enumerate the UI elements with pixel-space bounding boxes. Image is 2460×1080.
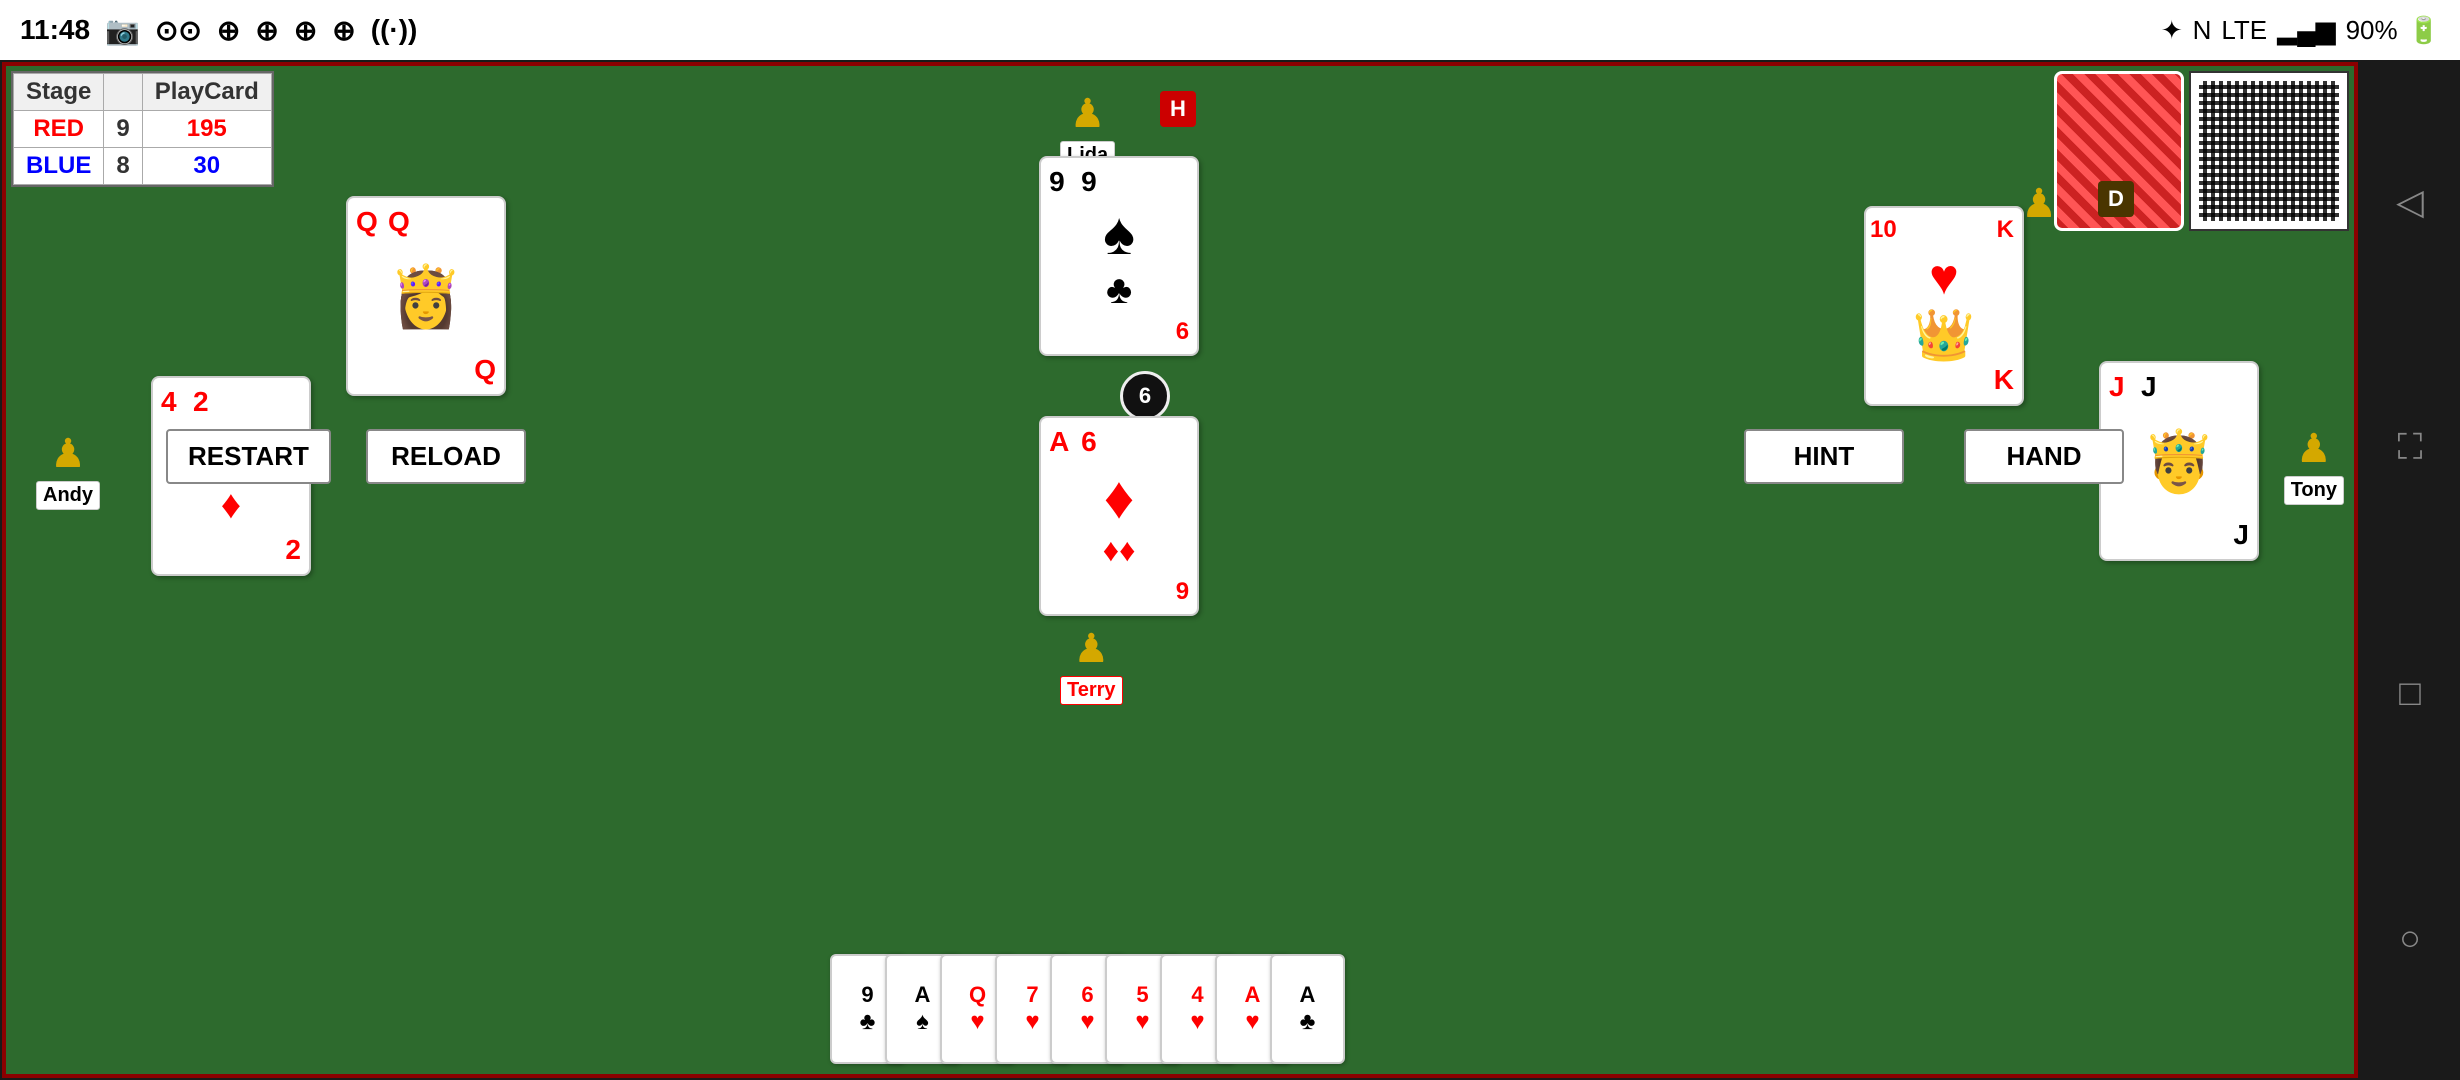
reload-button[interactable]: RELOAD [366, 429, 526, 484]
main-area: Stage PlayCard RED 9 195 BLUE 8 30 [0, 60, 2460, 1080]
chrome-icon4: ⊕ [332, 14, 355, 47]
back-icon[interactable]: ◁ [2396, 181, 2424, 223]
screenshot-icon: 📷 [105, 14, 140, 47]
tony-pawn: ♟ [2289, 421, 2339, 476]
status-bar: 11:48 📷 ⊙⊙ ⊕ ⊕ ⊕ ⊕ ((·)) ✦ N LTE ▂▄▆ 90%… [0, 0, 2460, 60]
red-playcard: 195 [142, 111, 271, 148]
blue-stage: 8 [104, 148, 142, 185]
andy-pawn: ♟ [43, 426, 93, 481]
battery-percent: 90% [2346, 15, 2398, 46]
col-empty [104, 74, 142, 111]
voicemail-icon: ⊙⊙ [155, 14, 202, 47]
team-blue: BLUE [14, 148, 104, 185]
qr-code [2199, 81, 2339, 221]
red-stage: 9 [104, 111, 142, 148]
team-red: RED [14, 111, 104, 148]
qr-code-area [2189, 71, 2349, 231]
round-badge: 6 [1120, 371, 1170, 421]
top-left-card[interactable]: Q Q 👸 Q [346, 196, 506, 396]
badge-h: H [1160, 91, 1196, 127]
expand-icon[interactable]: ⛶ [2397, 426, 2422, 469]
player-andy: ♟ Andy [36, 426, 100, 510]
time: 11:48 [20, 14, 90, 46]
lida-pawn: ♟ [1063, 86, 1113, 141]
center-card[interactable]: A 6 ♦ ♦♦ 9 [1039, 416, 1199, 616]
top-right-card[interactable]: 10 K ♥ 👑 K [1864, 206, 2024, 406]
blue-playcard: 30 [142, 148, 271, 185]
signal-icon: ▂▄▆ [2277, 15, 2335, 46]
col-stage: Stage [14, 74, 104, 111]
badge-d: D [2098, 181, 2134, 217]
nfc-icon: N [2193, 15, 2212, 46]
col-playcard: PlayCard [142, 74, 271, 111]
hand-cards: 9 ♣ A ♠ Q ♥ 7 ♥ 6 ♥ 5 ♥ [830, 954, 1345, 1064]
score-table: Stage PlayCard RED 9 195 BLUE 8 30 [11, 71, 274, 187]
tony-name: Tony [2284, 476, 2344, 505]
status-left: 11:48 📷 ⊙⊙ ⊕ ⊕ ⊕ ⊕ ((·)) [20, 14, 417, 47]
restart-button[interactable]: RESTART [166, 429, 331, 484]
status-right: ✦ N LTE ▂▄▆ 90% 🔋 [2161, 15, 2440, 46]
andy-name: Andy [36, 481, 100, 510]
wifi-icon: ((·)) [371, 14, 418, 46]
chrome-icon2: ⊕ [255, 14, 278, 47]
terry-pawn: ♟ [1066, 621, 1116, 676]
game-area[interactable]: Stage PlayCard RED 9 195 BLUE 8 30 [2, 62, 2358, 1078]
hand-card-8[interactable]: A ♣ [1270, 954, 1345, 1064]
hint-button[interactable]: HINT [1744, 429, 1904, 484]
player-tony: ♟ Tony [2284, 421, 2344, 505]
lte-icon: LTE [2221, 15, 2267, 46]
chrome-icon1: ⊕ [217, 14, 240, 47]
player-terry: ♟ Terry [1060, 621, 1123, 705]
bluetooth-icon: ✦ [2161, 15, 2183, 46]
chrome-icon3: ⊕ [294, 14, 317, 47]
top-center-card[interactable]: 9 9 ♠ ♣ 6 [1039, 156, 1199, 356]
square-icon[interactable]: □ [2399, 672, 2421, 714]
terry-name: Terry [1060, 676, 1123, 705]
circle-icon[interactable]: ○ [2399, 917, 2421, 959]
battery-icon: 🔋 [2408, 15, 2440, 46]
hand-button[interactable]: HAND [1964, 429, 2124, 484]
side-panel: ◁ ⛶ □ ○ [2360, 60, 2460, 1080]
